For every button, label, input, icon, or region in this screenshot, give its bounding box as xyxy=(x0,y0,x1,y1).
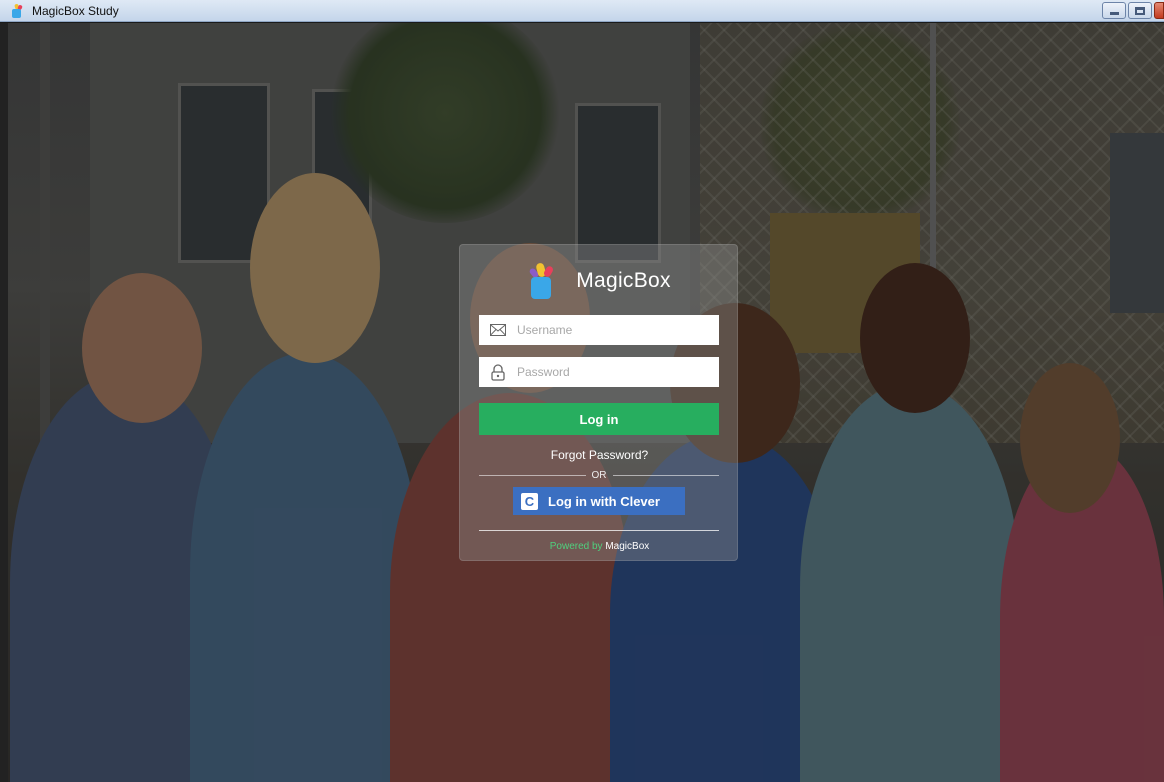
password-input[interactable] xyxy=(517,358,713,386)
magicbox-app-icon xyxy=(10,2,24,19)
footer-divider xyxy=(479,530,719,531)
minimize-icon xyxy=(1109,12,1119,15)
window-title: MagicBox Study xyxy=(32,3,119,18)
lock-icon xyxy=(479,357,517,387)
maximize-button[interactable] xyxy=(1128,2,1152,19)
username-field[interactable] xyxy=(479,315,719,345)
brand-header: MagicBox xyxy=(460,259,739,303)
maximize-icon xyxy=(1135,6,1145,15)
window-controls xyxy=(1102,2,1164,19)
password-field[interactable] xyxy=(479,357,719,387)
or-separator: OR xyxy=(479,468,719,482)
envelope-icon xyxy=(479,315,517,345)
login-card: MagicBox Log in Forgot Password? OR C Lo… xyxy=(459,244,738,561)
minimize-button[interactable] xyxy=(1102,2,1126,19)
forgot-password-link[interactable]: Forgot Password? xyxy=(460,448,739,462)
username-input[interactable] xyxy=(517,316,713,344)
clever-c-icon: C xyxy=(521,492,538,510)
powered-by-brand: MagicBox xyxy=(605,541,650,552)
clever-login-button[interactable]: C Log in with Clever xyxy=(513,487,685,515)
powered-by: Powered by MagicBox xyxy=(460,541,739,552)
magicbox-logo-icon xyxy=(528,261,560,301)
clever-login-label: Log in with Clever xyxy=(548,493,660,509)
or-label: OR xyxy=(591,469,607,481)
close-button[interactable] xyxy=(1154,2,1164,19)
window-titlebar: MagicBox Study xyxy=(0,0,1164,22)
brand-name: MagicBox xyxy=(576,269,671,292)
login-button[interactable]: Log in xyxy=(479,403,719,435)
powered-by-prefix: Powered by xyxy=(549,541,603,552)
